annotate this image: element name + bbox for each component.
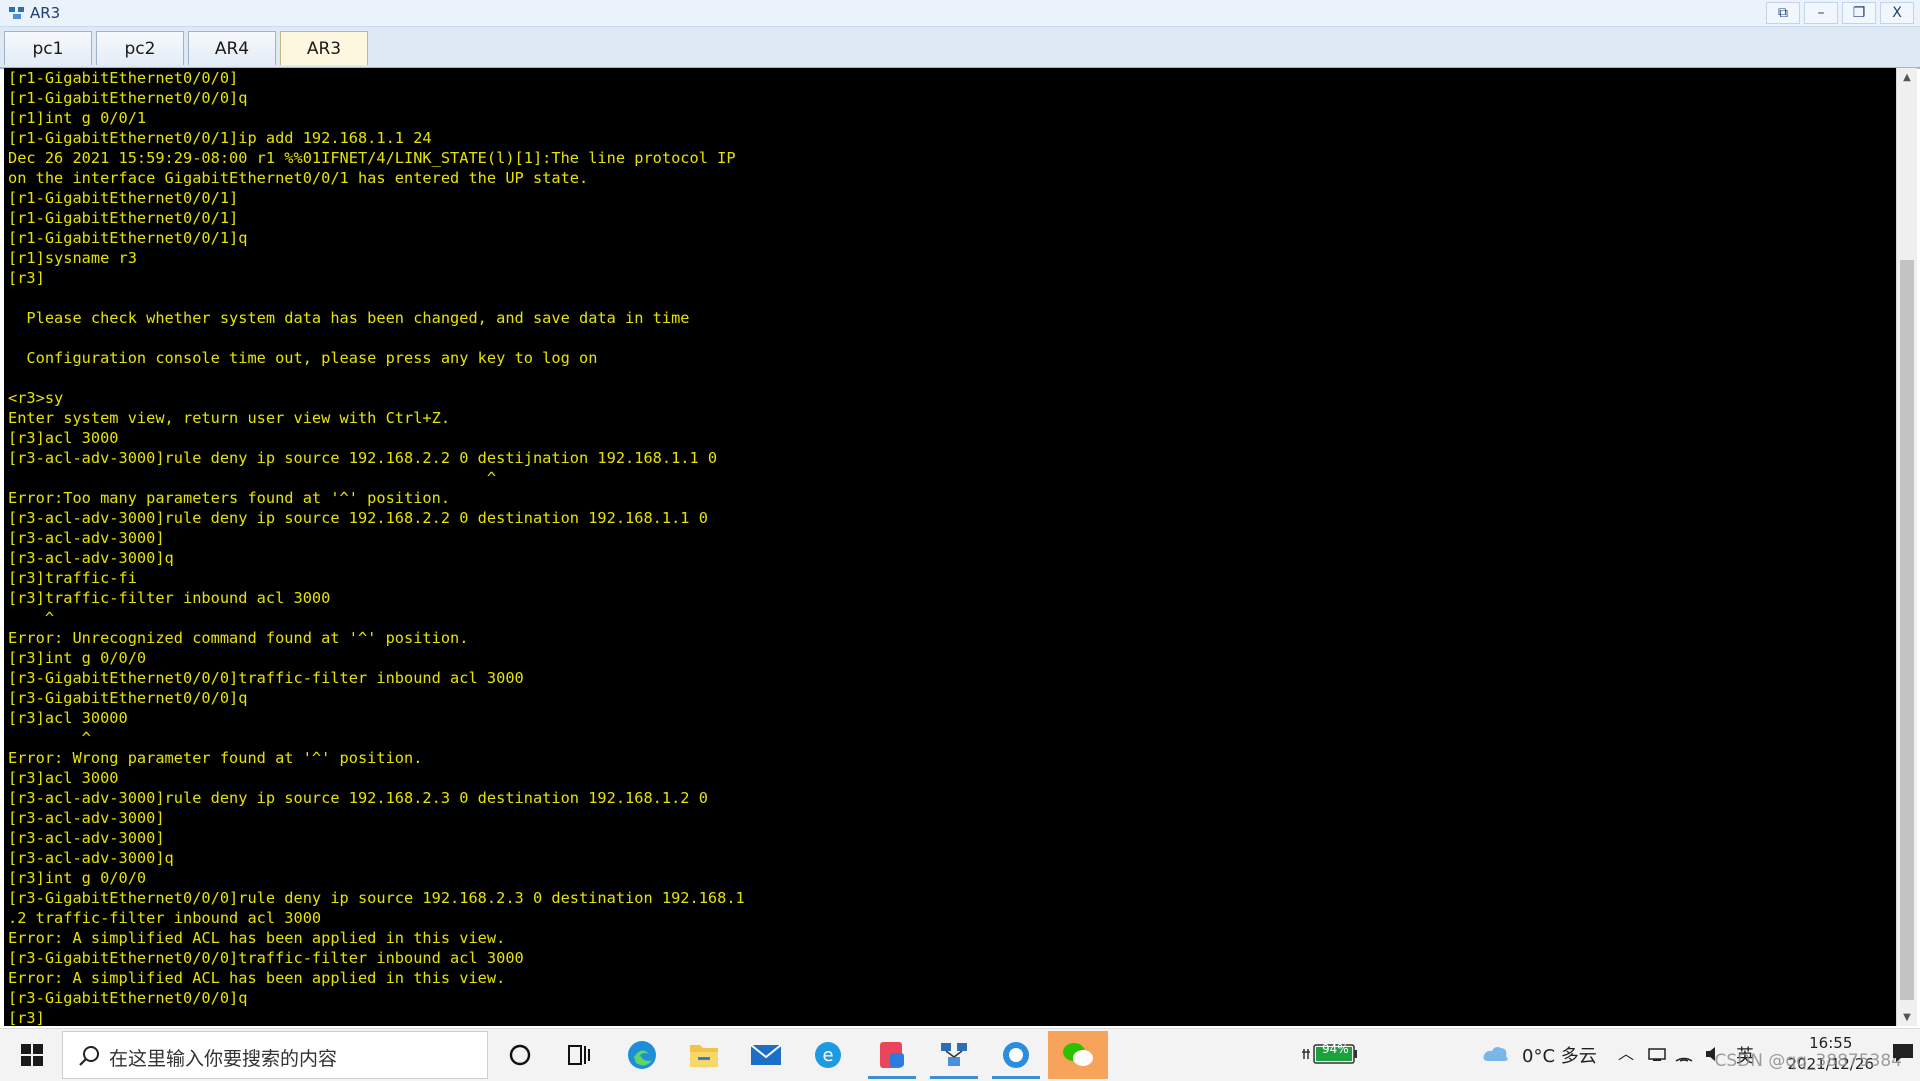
terminal-line: ^ (8, 729, 91, 747)
terminal-line: Error:Too many parameters found at '^' p… (8, 489, 451, 507)
terminal-line: ^ (8, 609, 55, 627)
tab-ar4[interactable]: AR4 (188, 31, 276, 65)
terminal-line: [r3-GigabitEthernet0/0/0]q (8, 989, 248, 1007)
window-title: AR3 (30, 4, 61, 22)
terminal-line: [r3] (8, 269, 45, 287)
terminal-line: [r3-GigabitEthernet0/0/0]traffic-filter … (8, 669, 524, 687)
terminal-line: [r3-acl-adv-3000] (8, 529, 165, 547)
terminal-line: [r3]int g 0/0/0 (8, 869, 147, 887)
search-placeholder: 在这里输入你要搜索的内容 (109, 1048, 338, 1070)
terminal-line: [r1]int g 0/0/1 (8, 109, 147, 127)
terminal-line: on the interface GigabitEthernet0/0/1 ha… (8, 169, 589, 187)
close-button[interactable]: X (1880, 2, 1914, 24)
tab-pc2[interactable]: pc2 (96, 31, 184, 65)
tray-chevron-up-icon[interactable]: ︿ (1618, 1040, 1634, 1064)
wifi-icon[interactable] (1674, 1045, 1694, 1063)
terminal-line: Enter system view, return user view with… (8, 409, 451, 427)
svg-text:e: e (822, 1045, 833, 1066)
search-icon (79, 1046, 99, 1066)
terminal-line: ^ (8, 469, 497, 487)
terminal-line: [r3-acl-adv-3000]q (8, 849, 174, 867)
terminal-line: Please check whether system data has bee… (8, 309, 690, 327)
ensp-running-indicator (930, 1076, 978, 1079)
battery-percent-label: 94% (1322, 1042, 1349, 1056)
terminal-line: [r1-GigabitEthernet0/0/1] (8, 189, 239, 207)
terminal-line: Error: Unrecognized command found at '^'… (8, 629, 469, 647)
edge-icon[interactable] (612, 1031, 672, 1079)
windows-start-button[interactable] (10, 1039, 54, 1071)
terminal-console[interactable]: [r1-GigabitEthernet0/0/0] [r1-GigabitEthe… (4, 68, 1896, 1026)
terminal-line: [r3] (8, 1009, 45, 1026)
terminal-line: [r3-GigabitEthernet0/0/0]q (8, 689, 248, 707)
terminal-line: [r1-GigabitEthernet0/0/0]q (8, 89, 248, 107)
browser-app-icon[interactable] (986, 1031, 1046, 1079)
terminal-line: [r1-GigabitEthernet0/0/1] (8, 209, 239, 227)
wechat-icon[interactable] (1048, 1031, 1108, 1079)
terminal-line: [r3]acl 3000 (8, 429, 119, 447)
terminal-line: Error: A simplified ACL has been applied… (8, 929, 506, 947)
weather-label[interactable]: 0°C 多云 (1522, 1042, 1597, 1068)
mail-icon[interactable] (736, 1031, 796, 1079)
terminal-line: [r3]int g 0/0/0 (8, 649, 147, 667)
terminal-line: [r3-acl-adv-3000]rule deny ip source 192… (8, 789, 708, 807)
terminal-line: Error: Wrong parameter found at '^' posi… (8, 749, 423, 767)
ie-icon[interactable]: e (798, 1031, 858, 1079)
terminal-line: Configuration console time out, please p… (8, 349, 598, 367)
terminal-line: [r3-acl-adv-3000]rule deny ip source 192… (8, 509, 708, 527)
scroll-up-arrow-icon[interactable]: ▲ (1897, 68, 1917, 86)
minimize-button[interactable]: – (1804, 2, 1838, 24)
file-explorer-icon[interactable] (674, 1031, 734, 1079)
terminal-line: [r3]acl 3000 (8, 769, 119, 787)
terminal-line: [r1]sysname r3 (8, 249, 137, 267)
scroll-thumb[interactable] (1900, 260, 1914, 1000)
terminal-line: [r1-GigabitEthernet0/0/1]ip add 192.168.… (8, 129, 432, 147)
terminal-scrollbar[interactable]: ▲ ▼ (1896, 68, 1917, 1026)
windows-logo-icon (21, 1044, 43, 1066)
terminal-line: [r1-GigabitEthernet0/0/0] (8, 69, 239, 87)
ensp-icon[interactable] (924, 1031, 984, 1079)
terminal-line: [r3-acl-adv-3000]q (8, 549, 174, 567)
browser-app-running-indicator (992, 1076, 1040, 1079)
terminal-line: [r3]acl 30000 (8, 709, 128, 727)
terminal-line: [r1-GigabitEthernet0/0/1]q (8, 229, 248, 247)
terminal-line: Dec 26 2021 15:59:29-08:00 r1 %%01IFNET/… (8, 149, 736, 167)
scroll-down-arrow-icon[interactable]: ▼ (1897, 1008, 1917, 1026)
terminal-line: Error: A simplified ACL has been applied… (8, 969, 506, 987)
media-app-running-indicator (868, 1076, 916, 1079)
cortana-icon[interactable] (490, 1031, 550, 1079)
terminal-line: .2 traffic-filter inbound acl 3000 (8, 909, 322, 927)
media-app-icon[interactable] (862, 1031, 922, 1079)
window-titlebar: AR3 ⧉ – ❐ X (0, 0, 1920, 27)
terminal-line: [r3-GigabitEthernet0/0/0]traffic-filter … (8, 949, 524, 967)
terminal-line: [r3]traffic-fi (8, 569, 137, 587)
ensp-app-icon (9, 7, 24, 19)
terminal-line: [r3-acl-adv-3000]rule deny ip source 192… (8, 449, 718, 467)
notification-icon[interactable] (1892, 1043, 1914, 1063)
restore-extra-button[interactable]: ⧉ (1766, 2, 1800, 24)
maximize-button[interactable]: ❐ (1842, 2, 1876, 24)
terminal-line: [r3]traffic-filter inbound acl 3000 (8, 589, 331, 607)
csdn-watermark: CSDN @qq_38875384 (1714, 1051, 1902, 1071)
taskbar-search-box[interactable]: 在这里输入你要搜索的内容 (62, 1031, 488, 1079)
terminal-line: [r3-GigabitEthernet0/0/0]rule deny ip so… (8, 889, 745, 907)
task-view-icon[interactable] (550, 1031, 610, 1079)
terminal-line: [r3-acl-adv-3000] (8, 809, 165, 827)
weather-cloud-icon[interactable] (1482, 1043, 1510, 1065)
tab-pc1[interactable]: pc1 (4, 31, 92, 65)
tab-ar3[interactable]: AR3 (280, 31, 368, 65)
terminal-line: <r3>sy (8, 389, 64, 407)
windows-taskbar: 在这里输入你要搜索的内容 e 94% 0°C 多云 ︿ 英 16:55 2021… (0, 1028, 1920, 1081)
session-tab-bar: pc1 pc2 AR4 AR3 (0, 27, 1920, 69)
terminal-line: [r3-acl-adv-3000] (8, 829, 165, 847)
network-icon[interactable] (1648, 1046, 1666, 1062)
